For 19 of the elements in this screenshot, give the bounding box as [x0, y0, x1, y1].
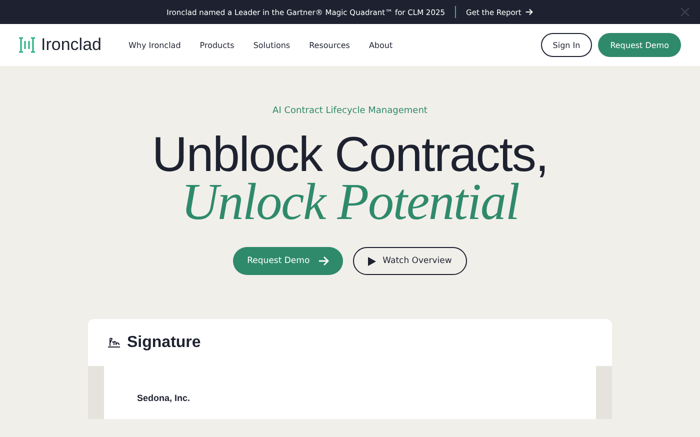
- nav-link[interactable]: Resources: [309, 40, 350, 50]
- logo-icon[interactable]: [18, 37, 36, 53]
- play-icon: [368, 256, 376, 266]
- arrow-icon: [318, 256, 329, 266]
- arrow-icon: [525, 8, 534, 16]
- nav-link[interactable]: Products: [200, 40, 234, 50]
- request-demo-button[interactable]: Request Demo: [233, 247, 343, 275]
- sign-in-button[interactable]: Sign In: [540, 33, 592, 57]
- signature-icon: [107, 336, 121, 348]
- card-title: Signature: [127, 334, 201, 352]
- nav-link[interactable]: Why Ironclad: [128, 40, 181, 50]
- watch-overview-button[interactable]: Watch Overview: [352, 247, 467, 275]
- company-name: Sedona, Inc.: [137, 393, 190, 403]
- nav-link[interactable]: Solutions: [253, 40, 290, 50]
- hero-eyebrow: AI Contract Lifecycle Management: [272, 106, 428, 116]
- request-demo-button[interactable]: Request Demo: [598, 33, 681, 57]
- nav-link[interactable]: About: [368, 40, 393, 50]
- close-icon[interactable]: [680, 7, 690, 17]
- logo-text[interactable]: Ironclad: [41, 35, 102, 55]
